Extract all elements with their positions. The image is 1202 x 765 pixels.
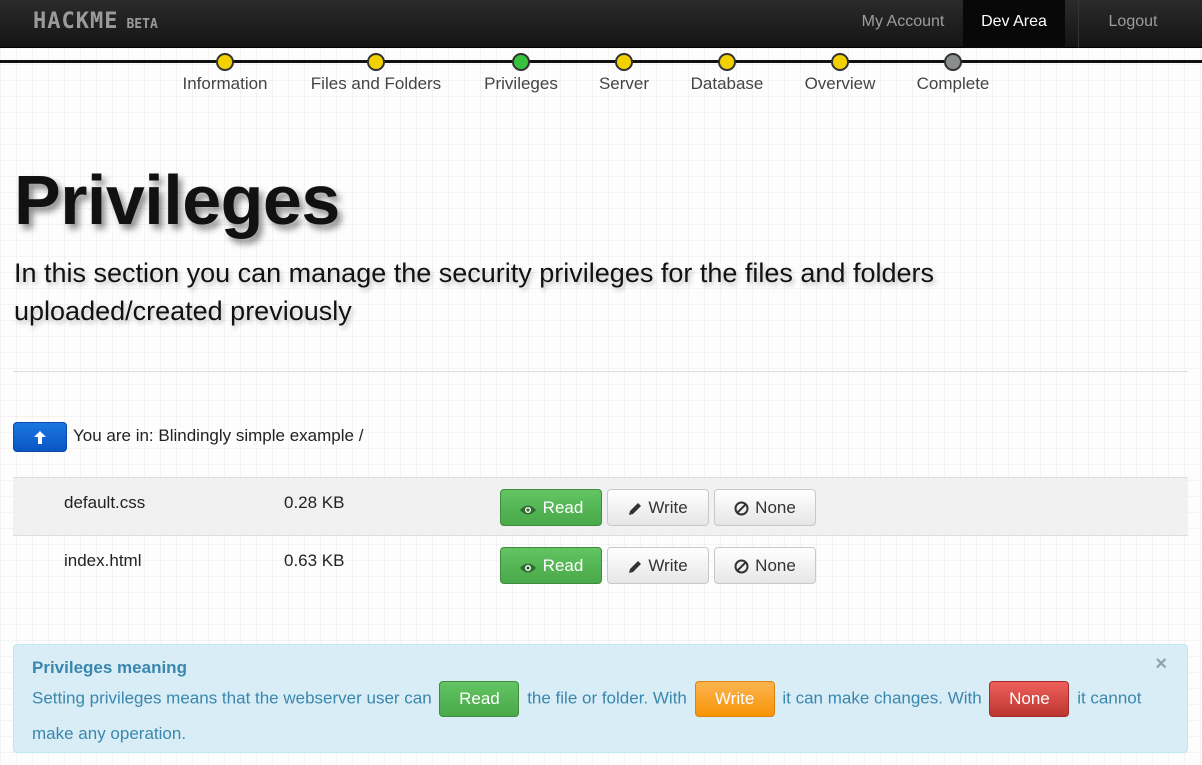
file-name: index.html [64,551,142,570]
write-label: Write [648,556,688,575]
step-pending-dot-icon [615,53,633,71]
file-name: default.css [64,493,146,512]
wizard-step-complete[interactable]: Complete [883,53,1023,94]
none-button[interactable]: None [714,547,816,584]
step-label: Information [182,74,268,93]
read-label: Read [542,556,584,575]
current-path: You are in: Blindingly simple example / [73,426,364,445]
alert-text-part: it can make changes. With [782,688,982,708]
brand-name: HACKME [33,9,119,34]
read-label: Read [542,498,584,517]
files-table: default.css 0.28 KB Read Write None inde… [13,477,1188,593]
wizard-step-files-and-folders[interactable]: Files and Folders [306,53,446,94]
ban-icon [734,501,749,516]
wizard-step-information[interactable]: Information [155,53,295,94]
step-done-dot-icon [216,53,234,71]
nav-divider [1078,0,1079,48]
alert-text-part: Setting privileges means that the webser… [32,688,432,708]
alert-text: Setting privileges means that the webser… [32,681,1152,750]
step-label: Complete [916,74,990,93]
pencil-icon [629,561,642,573]
up-directory-button[interactable] [13,422,67,452]
divider [13,371,1188,372]
step-label: Files and Folders [310,74,442,93]
page-subtitle: In this section you can manage the secur… [14,258,934,326]
read-button[interactable]: Read [500,547,602,584]
arrow-up-icon [34,431,46,444]
read-button[interactable]: Read [500,489,602,526]
nav-logout[interactable]: Logout [1085,0,1181,48]
nav-my-account[interactable]: My Account [845,0,961,48]
file-size: 0.63 KB [284,551,345,570]
write-label: Write [648,498,688,517]
eye-icon [519,563,536,573]
eye-icon [519,505,536,515]
read-sample-badge: Read [439,681,520,717]
table-row: default.css 0.28 KB Read Write None [13,477,1188,535]
nav-dev-area[interactable]: Dev Area [963,0,1065,48]
table-row: index.html 0.63 KB Read Write None [13,535,1188,593]
none-sample-badge: None [989,681,1070,717]
ban-icon [734,559,749,574]
brand-logo[interactable]: HACKME BETA [33,9,158,34]
step-future-dot-icon [944,53,962,71]
none-button[interactable]: None [714,489,816,526]
write-sample-badge: Write [694,681,775,717]
file-size: 0.28 KB [284,493,345,512]
write-button[interactable]: Write [607,547,709,584]
privileges-info-alert: Privileges meaning × Setting privileges … [13,644,1188,753]
step-done-dot-icon [367,53,385,71]
step-pending-dot-icon [718,53,736,71]
write-button[interactable]: Write [607,489,709,526]
brand-tag: BETA [126,17,158,32]
none-label: None [755,556,796,575]
top-navbar: HACKME BETA My Account Dev Area Logout [0,0,1202,48]
step-current-dot-icon [512,53,530,71]
close-icon[interactable]: × [1155,653,1167,676]
pencil-icon [629,503,642,515]
alert-text-part: the file or folder. With [527,688,687,708]
page-title: Privileges [14,161,340,239]
none-label: None [755,498,796,517]
alert-title: Privileges meaning [32,658,187,677]
step-pending-dot-icon [831,53,849,71]
